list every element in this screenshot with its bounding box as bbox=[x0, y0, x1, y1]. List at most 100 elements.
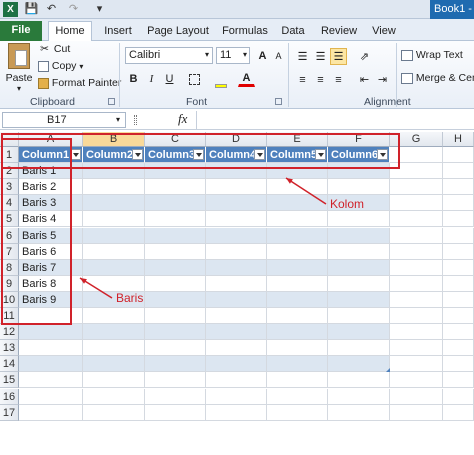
table-cell[interactable] bbox=[145, 388, 206, 405]
table-cell[interactable] bbox=[145, 259, 206, 276]
table-cell[interactable] bbox=[443, 324, 474, 341]
customize-quick-access-icon[interactable]: ▾ bbox=[92, 2, 107, 17]
undo-icon[interactable]: ↶ bbox=[44, 2, 59, 17]
italic-button[interactable]: I bbox=[143, 70, 160, 87]
orientation-icon[interactable]: ⇗ bbox=[356, 48, 373, 65]
table-cell[interactable] bbox=[83, 308, 145, 325]
align-top-icon[interactable]: ☰ bbox=[294, 48, 311, 65]
table-cell[interactable] bbox=[83, 372, 145, 389]
table-cell[interactable] bbox=[206, 388, 267, 405]
borders-icon[interactable] bbox=[186, 70, 203, 87]
table-cell[interactable] bbox=[19, 340, 83, 357]
row-header-14[interactable]: 14 bbox=[0, 356, 19, 373]
table-cell[interactable] bbox=[19, 404, 83, 421]
table-cell[interactable] bbox=[328, 308, 390, 325]
format-painter-button[interactable]: Format Painter bbox=[38, 77, 121, 89]
table-cell[interactable] bbox=[267, 211, 328, 228]
table-cell[interactable] bbox=[328, 179, 390, 196]
table-cell[interactable] bbox=[19, 356, 83, 373]
table-cell[interactable] bbox=[267, 356, 328, 373]
table-cell[interactable] bbox=[145, 195, 206, 212]
underline-button[interactable]: U bbox=[161, 70, 178, 87]
table-cell[interactable] bbox=[206, 227, 267, 244]
table-cell[interactable] bbox=[206, 259, 267, 276]
clipboard-launcher-icon[interactable] bbox=[108, 98, 115, 105]
table-cell[interactable] bbox=[390, 227, 443, 244]
tab-data[interactable]: Data bbox=[278, 22, 308, 41]
table-cell[interactable] bbox=[443, 275, 474, 292]
table-cell[interactable] bbox=[206, 179, 267, 196]
row-header-16[interactable]: 16 bbox=[0, 388, 19, 405]
table-cell[interactable] bbox=[267, 388, 328, 405]
table-cell[interactable] bbox=[83, 227, 145, 244]
table-cell[interactable] bbox=[206, 195, 267, 212]
table-cell[interactable] bbox=[145, 404, 206, 421]
paste-button[interactable]: Paste ▾ bbox=[4, 43, 34, 93]
table-cell[interactable] bbox=[390, 275, 443, 292]
row-header-12[interactable]: 12 bbox=[0, 324, 19, 341]
tab-formulas[interactable]: Formulas bbox=[218, 22, 272, 41]
table-cell[interactable] bbox=[443, 308, 474, 325]
copy-button[interactable]: Copy ▾ bbox=[38, 60, 83, 72]
table-cell[interactable] bbox=[206, 291, 267, 308]
table-cell[interactable] bbox=[145, 211, 206, 228]
table-cell[interactable] bbox=[328, 275, 390, 292]
table-cell[interactable] bbox=[19, 372, 83, 389]
table-cell[interactable] bbox=[328, 211, 390, 228]
table-cell[interactable] bbox=[443, 372, 474, 389]
table-cell[interactable] bbox=[328, 372, 390, 389]
table-cell[interactable] bbox=[206, 404, 267, 421]
table-cell[interactable] bbox=[390, 404, 443, 421]
table-cell[interactable] bbox=[443, 211, 474, 228]
font-name-dropdown-icon[interactable]: ▾ bbox=[205, 50, 209, 59]
table-cell[interactable] bbox=[390, 340, 443, 357]
table-cell[interactable] bbox=[390, 259, 443, 276]
table-cell[interactable] bbox=[145, 227, 206, 244]
table-cell[interactable] bbox=[328, 356, 390, 373]
table-cell[interactable] bbox=[206, 308, 267, 325]
table-cell[interactable] bbox=[206, 356, 267, 373]
insert-function-icon[interactable]: fx bbox=[178, 111, 187, 127]
align-center-icon[interactable]: ≡ bbox=[312, 71, 329, 88]
table-cell[interactable] bbox=[83, 275, 145, 292]
table-cell[interactable] bbox=[206, 275, 267, 292]
table-cell[interactable] bbox=[390, 243, 443, 260]
table-cell[interactable] bbox=[83, 195, 145, 212]
table-cell[interactable] bbox=[390, 179, 443, 196]
table-cell[interactable] bbox=[443, 163, 474, 180]
table-cell[interactable] bbox=[443, 291, 474, 308]
table-cell[interactable] bbox=[145, 308, 206, 325]
table-cell[interactable] bbox=[443, 356, 474, 373]
table-cell[interactable] bbox=[267, 259, 328, 276]
fill-color-icon[interactable] bbox=[212, 70, 229, 88]
bold-button[interactable]: B bbox=[125, 70, 142, 87]
table-cell[interactable] bbox=[390, 195, 443, 212]
table-cell[interactable] bbox=[443, 388, 474, 405]
table-cell[interactable] bbox=[83, 404, 145, 421]
table-resize-handle[interactable] bbox=[386, 368, 390, 373]
table-cell[interactable] bbox=[267, 243, 328, 260]
table-cell[interactable] bbox=[267, 324, 328, 341]
grow-font-button[interactable]: A bbox=[254, 47, 271, 64]
table-cell[interactable] bbox=[83, 324, 145, 341]
table-cell[interactable] bbox=[206, 372, 267, 389]
tab-file[interactable]: File bbox=[0, 21, 42, 41]
table-cell[interactable] bbox=[206, 211, 267, 228]
table-cell[interactable] bbox=[443, 227, 474, 244]
wrap-text-button[interactable]: Wrap Text bbox=[401, 49, 463, 61]
save-icon[interactable]: 💾 bbox=[24, 2, 39, 17]
font-color-icon[interactable]: A bbox=[238, 70, 255, 87]
increase-indent-icon[interactable]: ⇥ bbox=[374, 71, 391, 88]
table-cell[interactable] bbox=[83, 211, 145, 228]
table-cell[interactable] bbox=[328, 243, 390, 260]
spreadsheet-grid[interactable]: A B C D E F G H 1 Column1 Column2 Column3 Column4 Col… bbox=[0, 132, 474, 455]
table-cell[interactable] bbox=[390, 388, 443, 405]
table-cell[interactable] bbox=[145, 372, 206, 389]
table-cell[interactable] bbox=[267, 195, 328, 212]
table-cell[interactable] bbox=[328, 227, 390, 244]
table-cell[interactable] bbox=[267, 179, 328, 196]
table-cell[interactable] bbox=[267, 291, 328, 308]
table-cell[interactable] bbox=[267, 372, 328, 389]
column-header-h[interactable]: H bbox=[443, 132, 474, 147]
table-cell[interactable] bbox=[19, 388, 83, 405]
